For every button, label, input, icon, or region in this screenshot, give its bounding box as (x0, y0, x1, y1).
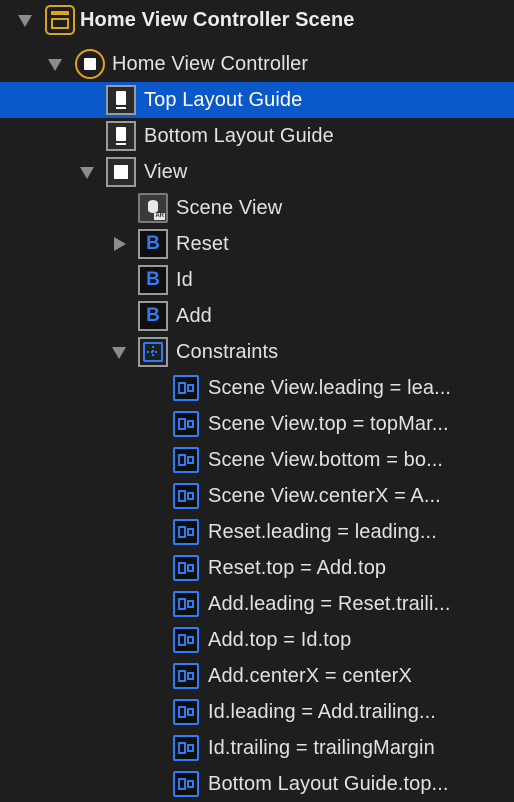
cylinder-icon (148, 200, 158, 213)
disclosure-closed-icon[interactable] (114, 237, 126, 251)
outline-row-home-view-controller[interactable]: Home View Controller (0, 46, 514, 82)
outline-row-view[interactable]: View (0, 154, 514, 190)
outline-row-constraint[interactable]: Add.leading = Reset.traili... (0, 586, 514, 622)
outline-item-label: Bottom Layout Guide.top... (208, 773, 449, 795)
outline-row-constraints[interactable]: Constraints (0, 334, 514, 370)
constraint-icon (173, 699, 199, 725)
disclosure-open-icon[interactable] (48, 59, 62, 71)
disclosure-open-icon[interactable] (80, 167, 94, 179)
outline-item-label: Scene View.top = topMar... (208, 413, 449, 435)
outline-row-top-layout-guide[interactable]: Top Layout Guide (0, 82, 514, 118)
outline-item-label: Reset (176, 233, 229, 255)
constraints-horizontal-guide (147, 351, 159, 353)
outline-item-label: Scene View (176, 197, 283, 219)
constraint-icon (173, 411, 199, 437)
outline-row-constraint[interactable]: Add.top = Id.top (0, 622, 514, 658)
layout-guide-icon (106, 121, 136, 151)
outline-row-constraint[interactable]: Reset.top = Add.top (0, 550, 514, 586)
outline-row-add[interactable]: B Add (0, 298, 514, 334)
scene-icon (45, 5, 75, 35)
outline-item-label: Reset.top = Add.top (208, 557, 387, 579)
constraint-icon (173, 555, 199, 581)
constraint-icon (173, 627, 199, 653)
outline-item-label: Add.top = Id.top (208, 629, 352, 651)
outline-row-constraint[interactable]: Scene View.centerX = A... (0, 478, 514, 514)
outline-row-reset[interactable]: B Reset (0, 226, 514, 262)
outline-row-constraint[interactable]: Reset.leading = leading... (0, 514, 514, 550)
outline-item-label: Scene View.centerX = A... (208, 485, 441, 507)
outline-item-label: Id.trailing = trailingMargin (208, 737, 435, 759)
outline-row-id[interactable]: B Id (0, 262, 514, 298)
outline-row-bottom-layout-guide[interactable]: Bottom Layout Guide (0, 118, 514, 154)
outline-row-constraint[interactable]: Scene View.leading = lea... (0, 370, 514, 406)
constraint-icon (173, 735, 199, 761)
outline-row-constraint[interactable]: Scene View.top = topMar... (0, 406, 514, 442)
outline-item-label: Id (176, 269, 193, 291)
disclosure-open-icon[interactable] (18, 15, 32, 27)
outline-row-constraint[interactable]: Add.centerX = centerX (0, 658, 514, 694)
outline-item-label: View (144, 161, 188, 183)
outline-item-label: Constraints (176, 341, 279, 363)
ar-scene-view-icon: AR (138, 193, 168, 223)
outline-item-label: Add.centerX = centerX (208, 665, 412, 687)
constraint-icon (173, 519, 199, 545)
ar-badge: AR (154, 213, 165, 220)
outline-row-constraint[interactable]: Bottom Layout Guide.top... (0, 766, 514, 802)
constraint-icon (173, 375, 199, 401)
constraint-icon (173, 663, 199, 689)
constraint-icon (173, 591, 199, 617)
outline-item-label: Top Layout Guide (144, 89, 303, 111)
button-icon: B (138, 229, 168, 259)
outline-item-label: Add (176, 305, 212, 327)
outline-row-scene-view[interactable]: AR Scene View (0, 190, 514, 226)
outline-row-constraint[interactable]: Scene View.bottom = bo... (0, 442, 514, 478)
outline-item-label: Home View Controller (112, 53, 309, 75)
constraint-icon (173, 447, 199, 473)
button-icon: B (138, 265, 168, 295)
outline-item-label: Reset.leading = leading... (208, 521, 437, 543)
outline-item-label: Scene View.bottom = bo... (208, 449, 444, 471)
outline-row-constraint[interactable]: Id.leading = Add.trailing... (0, 694, 514, 730)
constraints-icon (138, 337, 168, 367)
outline-item-label: Home View Controller Scene (80, 9, 355, 31)
outline-item-label: Add.leading = Reset.traili... (208, 593, 451, 615)
constraint-icon (173, 771, 199, 797)
outline-item-label: Bottom Layout Guide (144, 125, 334, 147)
view-icon (106, 157, 136, 187)
constraint-icon (173, 483, 199, 509)
layout-guide-icon (106, 85, 136, 115)
outline-item-label: Scene View.leading = lea... (208, 377, 452, 399)
disclosure-open-icon[interactable] (112, 347, 126, 359)
outline-row-constraint[interactable]: Id.trailing = trailingMargin (0, 730, 514, 766)
view-controller-icon (75, 49, 105, 79)
button-icon: B (138, 301, 168, 331)
outline-row-home-view-controller-scene[interactable]: Home View Controller Scene (0, 2, 514, 38)
outline-item-label: Id.leading = Add.trailing... (208, 701, 436, 723)
document-outline: Home View Controller Scene Home View Con… (0, 0, 514, 802)
